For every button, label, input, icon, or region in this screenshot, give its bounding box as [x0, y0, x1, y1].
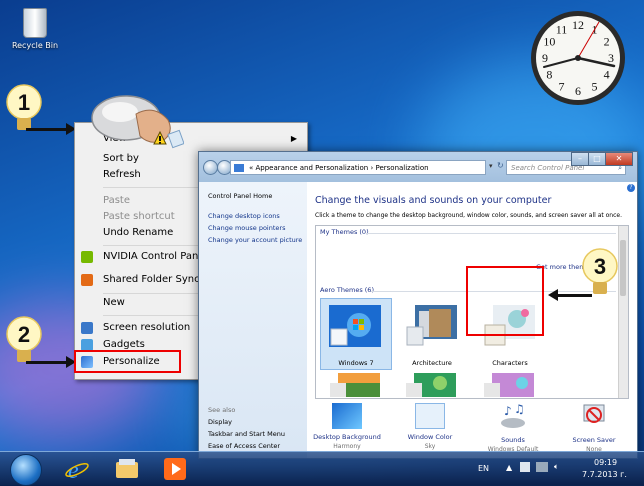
windows7-thumbnail	[329, 305, 381, 347]
window-titlebar: « Appearance and Personalization › Perso…	[199, 152, 637, 182]
control-panel-icon	[234, 164, 244, 172]
recycle-bin-label: Recycle Bin	[11, 41, 59, 50]
close-button[interactable]: ✕	[605, 152, 633, 166]
clock-date[interactable]: 7.7.2013 г.	[582, 470, 627, 479]
theme-windows7[interactable]: Windows 7	[320, 298, 392, 370]
monitor-icon	[81, 322, 93, 334]
screen-saver-icon	[583, 404, 605, 423]
architecture-thumbnail	[406, 305, 457, 346]
clock-gadget[interactable]: 121234567891011	[528, 8, 628, 108]
chevron-up-icon[interactable]: ▲	[506, 463, 512, 472]
highlight-personalize	[74, 350, 181, 373]
customize-bar: Desktop Background Harmony Window Color …	[307, 397, 637, 458]
maximize-button[interactable]: □	[588, 152, 606, 166]
lightbulb-icon: 2	[6, 316, 42, 362]
personalization-window: « Appearance and Personalization › Perso…	[198, 151, 638, 459]
clock-time[interactable]: 09:19	[594, 458, 617, 467]
group-divider	[366, 233, 616, 234]
recycle-bin-icon	[23, 8, 47, 38]
window-color-icon	[415, 403, 445, 429]
clock-numeral: 3	[608, 51, 614, 65]
arrow-icon	[26, 356, 76, 368]
callout-number-1: 1	[18, 90, 30, 115]
sync-icon	[81, 274, 93, 286]
page-subtitle: Click a theme to change the desktop back…	[315, 212, 622, 219]
nature-theme-thumbnail[interactable]	[404, 373, 456, 397]
aero-themes-header: Aero Themes (6)	[320, 286, 374, 294]
clock-numeral: 6	[575, 84, 581, 98]
theme-label: Windows 7	[338, 359, 374, 367]
clock-numeral: 2	[604, 35, 610, 49]
chevron-right-icon: ▶	[290, 134, 297, 143]
callout-number-2: 2	[18, 322, 30, 347]
clock-numeral: 4	[604, 68, 610, 82]
change-desktop-icons-link[interactable]: Change desktop icons	[208, 212, 280, 220]
screen-saver-button[interactable]: Screen Saver None	[554, 403, 634, 453]
minimize-button[interactable]: –	[571, 152, 589, 166]
volume-icon[interactable]: 🔈︎	[554, 462, 559, 472]
scrollbar-thumb[interactable]	[620, 240, 626, 296]
desktop-background-button[interactable]: Desktop Background Harmony	[307, 403, 387, 450]
arrow-icon	[548, 289, 592, 301]
help-icon[interactable]: ?	[627, 184, 635, 192]
my-themes-header: My Themes (0)	[320, 228, 369, 236]
taskbar-start-menu-link[interactable]: Taskbar and Start Menu	[208, 430, 285, 438]
ease-of-access-link[interactable]: Ease of Access Center	[208, 442, 280, 450]
start-button[interactable]	[10, 454, 42, 486]
clock-numeral: 12	[572, 18, 584, 32]
flag-icon[interactable]	[520, 462, 530, 472]
taskbar: e EN ▲ 🔈︎ 09:19 7.7.2013 г.	[0, 451, 644, 486]
change-account-picture-link[interactable]: Change your account picture	[208, 236, 302, 244]
nvidia-icon	[81, 251, 93, 263]
explorer-icon[interactable]	[114, 456, 140, 482]
theme-label: Architecture	[412, 359, 452, 367]
mouse-icon	[91, 95, 184, 149]
sounds-button[interactable]: ♪ ♫ Sounds Windows Default	[473, 402, 553, 453]
dropdown-icon[interactable]: ▾	[489, 162, 493, 170]
desktop-background-icon	[332, 403, 362, 429]
clock-numeral: 7	[559, 80, 565, 94]
highlight-characters-theme	[466, 266, 544, 336]
left-pane: Control Panel Home Change desktop icons …	[199, 182, 307, 458]
arrow-icon	[26, 123, 76, 135]
media-player-icon[interactable]	[162, 456, 188, 482]
landscape-theme-thumbnail[interactable]	[328, 373, 380, 397]
back-button[interactable]	[203, 160, 218, 175]
clock-numeral: 5	[592, 80, 598, 94]
clock-numeral: 9	[542, 51, 548, 65]
control-panel-home-link[interactable]: Control Panel Home	[208, 192, 272, 200]
clock-numeral: 11	[556, 22, 568, 36]
svg-text:♪: ♪	[504, 404, 512, 418]
address-bar[interactable]: « Appearance and Personalization › Perso…	[230, 160, 486, 175]
change-mouse-pointers-link[interactable]: Change mouse pointers	[208, 224, 285, 232]
network-icon[interactable]	[536, 462, 548, 472]
window-controls: – □ ✕	[571, 152, 633, 166]
theme-label: Characters	[492, 359, 528, 367]
language-indicator[interactable]: EN	[478, 464, 489, 473]
scenes-theme-thumbnail[interactable]	[482, 373, 534, 397]
page-title: Change the visuals and sounds on your co…	[315, 195, 552, 206]
sounds-icon: ♪ ♫	[501, 402, 525, 428]
lightbulb-icon: 1	[6, 84, 42, 130]
recycle-bin[interactable]: Recycle Bin	[6, 8, 64, 50]
window-color-button[interactable]: Window Color Sky	[390, 403, 470, 450]
clock-numeral: 10	[543, 35, 555, 49]
see-also-label: See also	[208, 406, 236, 414]
refresh-icon[interactable]: ↻	[497, 161, 504, 170]
system-tray: EN ▲ 🔈︎ 09:19 7.7.2013 г.	[478, 452, 644, 486]
display-link[interactable]: Display	[208, 418, 232, 426]
theme-architecture[interactable]: Architecture	[396, 298, 468, 370]
internet-explorer-icon[interactable]: e	[64, 456, 90, 482]
clock-numeral: 8	[546, 68, 552, 82]
svg-text:♫: ♫	[514, 403, 525, 416]
callout-number-3: 3	[594, 254, 606, 279]
